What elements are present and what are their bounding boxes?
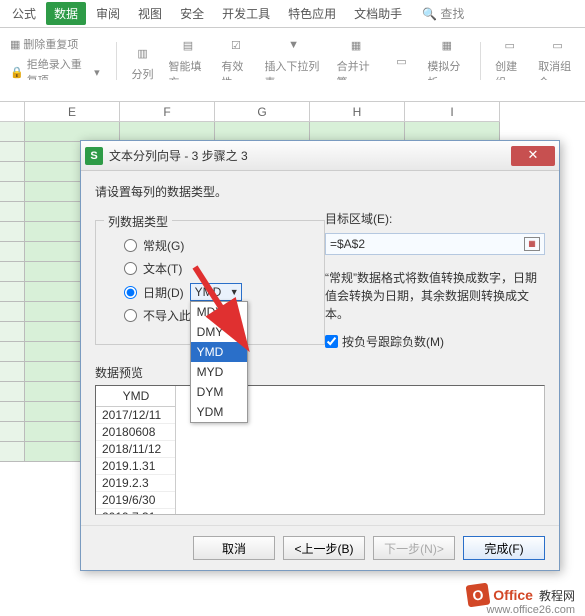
tab-review[interactable]: 审阅 (88, 2, 128, 25)
option-mdy[interactable]: MDY (191, 302, 247, 322)
option-ymd[interactable]: YMD (191, 342, 247, 362)
back-button[interactable]: <上一步(B) (283, 536, 365, 560)
option-dym[interactable]: DYM (191, 382, 247, 402)
col-header[interactable]: I (405, 102, 500, 122)
preview-row: 2019.2.3 (96, 475, 175, 492)
next-button: 下一步(N)> (373, 536, 455, 560)
cell[interactable] (215, 122, 310, 142)
radio-text[interactable]: 文本(T) (124, 260, 314, 277)
dialog-buttons: 取消 <上一步(B) 下一步(N)> 完成(F) (81, 525, 559, 570)
watermark-brand: Office (493, 587, 533, 603)
preview-row: 2019.1.31 (96, 458, 175, 475)
divider (480, 42, 481, 82)
preview-label: 数据预览 (95, 364, 545, 381)
dialog-title: 文本分列向导 - 3 步骤之 3 (109, 147, 511, 164)
col-header[interactable]: H (310, 102, 405, 122)
watermark: O Office 教程网 www.office26.com (467, 584, 575, 606)
option-ydm[interactable]: YDM (191, 402, 247, 422)
option-dmy[interactable]: DMY (191, 322, 247, 342)
group-record[interactable]: ▭ (389, 50, 413, 74)
finish-button[interactable]: 完成(F) (463, 536, 545, 560)
text-to-columns-dialog: S 文本分列向导 - 3 步骤之 3 ✕ 请设置每列的数据类型。 列数据类型 常… (80, 140, 560, 571)
validation-icon: ☑ (224, 34, 248, 56)
search-label: 查找 (440, 7, 464, 21)
ribbon-tabs: 公式 数据 审阅 视图 安全 开发工具 特色应用 文档助手 🔍 查找 (0, 0, 585, 28)
fieldset-legend: 列数据类型 (104, 213, 172, 230)
track-negative-checkbox[interactable]: 按负号跟踪负数(M) (325, 333, 545, 350)
table-icon: ▦ (10, 38, 20, 51)
whatif-icon: ▦ (435, 34, 459, 56)
preview-header: YMD (96, 386, 176, 407)
data-preview[interactable]: YMD 2017/12/11 20180608 2018/11/12 2019.… (95, 385, 545, 515)
preview-row: 2019/6/30 (96, 492, 175, 509)
target-value: =$A$2 (330, 237, 365, 251)
tab-special[interactable]: 特色应用 (280, 2, 344, 25)
date-format-dropdown: MDY DMY YMD MYD DYM YDM (190, 301, 248, 423)
wps-logo-icon: S (85, 147, 103, 165)
watermark-url: www.office26.com (487, 604, 575, 616)
format-note: “常规”数据格式将数值转换成数字，日期值会转换为日期，其余数据则转换成文本。 (325, 269, 545, 323)
date-format-select[interactable]: YMD▼ (190, 283, 242, 301)
tab-formula[interactable]: 公式 (4, 2, 44, 25)
option-myd[interactable]: MYD (191, 362, 247, 382)
chevron-down-icon: ▼ (230, 287, 239, 297)
columns-icon: ▥ (131, 42, 155, 64)
column-datatype-fieldset: 列数据类型 常规(G) 文本(T) 日期(D) YMD▼ MDY DMY YMD… (95, 220, 325, 345)
preview-row: 2017/12/11 (96, 407, 175, 424)
cell[interactable] (405, 122, 500, 142)
dropdown-icon: ▼ (282, 34, 306, 56)
cell[interactable] (120, 122, 215, 142)
close-button[interactable]: ✕ (511, 146, 555, 166)
group-text-to-columns[interactable]: ▥分列 (131, 42, 155, 82)
cell[interactable] (25, 122, 120, 142)
tab-dochelper[interactable]: 文档助手 (346, 2, 410, 25)
preview-row: 2018/11/12 (96, 441, 175, 458)
tab-security[interactable]: 安全 (172, 2, 212, 25)
column-headers: E F G H I (0, 102, 585, 122)
record-icon: ▭ (389, 50, 413, 72)
tab-data[interactable]: 数据 (46, 2, 86, 25)
tab-view[interactable]: 视图 (130, 2, 170, 25)
consolidate-icon: ▦ (344, 34, 368, 56)
fill-icon: ▤ (176, 34, 200, 56)
target-range-input[interactable]: =$A$2 ▦ (325, 233, 545, 255)
col-header[interactable]: E (25, 102, 120, 122)
target-label: 目标区域(E): (325, 210, 545, 227)
col-header[interactable]: F (120, 102, 215, 122)
col-header[interactable]: G (215, 102, 310, 122)
search-icon[interactable]: 🔍 查找 (422, 5, 464, 22)
group-icon: ▭ (498, 34, 522, 56)
range-picker-icon[interactable]: ▦ (524, 237, 540, 251)
remove-duplicates[interactable]: ▦删除重复项 (8, 35, 102, 53)
dialog-titlebar[interactable]: S 文本分列向导 - 3 步骤之 3 ✕ (81, 141, 559, 171)
watermark-brand2: 教程网 (539, 587, 575, 604)
cancel-button[interactable]: 取消 (193, 536, 275, 560)
preview-row: 2019.7.31 (96, 509, 175, 515)
dialog-hint: 请设置每列的数据类型。 (95, 183, 545, 200)
formula-bar[interactable] (0, 80, 585, 102)
lock-icon: 🔒 (10, 66, 24, 79)
cell[interactable] (310, 122, 405, 142)
select-all-corner[interactable] (0, 102, 25, 122)
radio-date[interactable]: 日期(D) YMD▼ MDY DMY YMD MYD DYM YDM (124, 283, 314, 301)
divider (116, 42, 117, 82)
preview-row: 20180608 (96, 424, 175, 441)
ungroup-icon: ▭ (546, 34, 570, 56)
tab-dev[interactable]: 开发工具 (214, 2, 278, 25)
radio-general[interactable]: 常规(G) (124, 237, 314, 254)
